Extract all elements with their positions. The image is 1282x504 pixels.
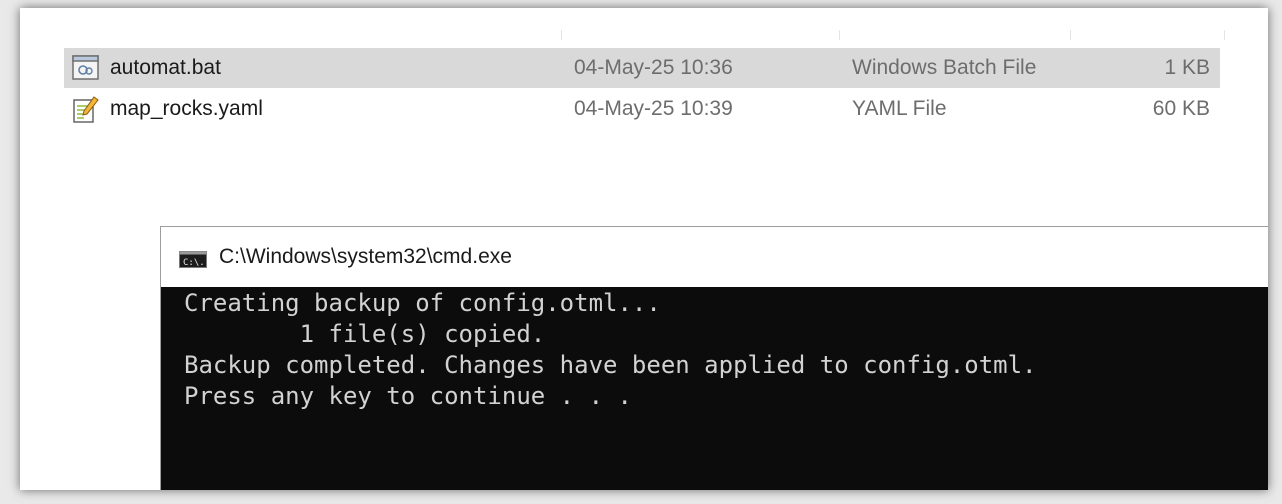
file-type: YAML File [852,97,947,120]
file-name: map_rocks.yaml [110,97,263,120]
file-type: Windows Batch File [852,56,1037,79]
console-output[interactable]: Creating backup of config.otml... 1 file… [161,287,1268,490]
column-separator[interactable] [1070,30,1071,40]
console-line: Press any key to continue . . . [184,382,632,410]
file-size: 60 KB [1152,97,1210,120]
cmd-window[interactable]: C:\. C:\Windows\system32\cmd.exe Creatin… [160,226,1268,490]
column-separator[interactable] [561,30,562,40]
file-date-modified: 04-May-25 10:39 [574,97,733,120]
file-explorer-window: automat.bat 04-May-25 10:36 Windows Batc… [20,8,1268,490]
text-file-icon [72,96,99,123]
cmd-icon[interactable]: C:\. [179,251,207,268]
cmd-titlebar[interactable]: C:\. C:\Windows\system32\cmd.exe [161,227,1268,287]
console-line: 1 file(s) copied. [184,320,546,348]
console-line: Creating backup of config.otml... [184,289,661,317]
file-date-modified: 04-May-25 10:36 [574,56,733,79]
column-separator[interactable] [1224,30,1225,40]
file-name: automat.bat [110,56,221,79]
file-row-automat-bat[interactable]: automat.bat 04-May-25 10:36 Windows Batc… [64,48,1220,88]
file-size: 1 KB [1164,56,1210,79]
console-line: Backup completed. Changes have been appl… [184,351,1037,379]
svg-text:C:\.: C:\. [183,258,205,268]
cmd-window-title: C:\Windows\system32\cmd.exe [219,245,512,268]
batch-file-icon [72,55,99,80]
column-separator[interactable] [839,30,840,40]
file-row-map-rocks-yaml[interactable]: map_rocks.yaml 04-May-25 10:39 YAML File… [64,89,1220,129]
